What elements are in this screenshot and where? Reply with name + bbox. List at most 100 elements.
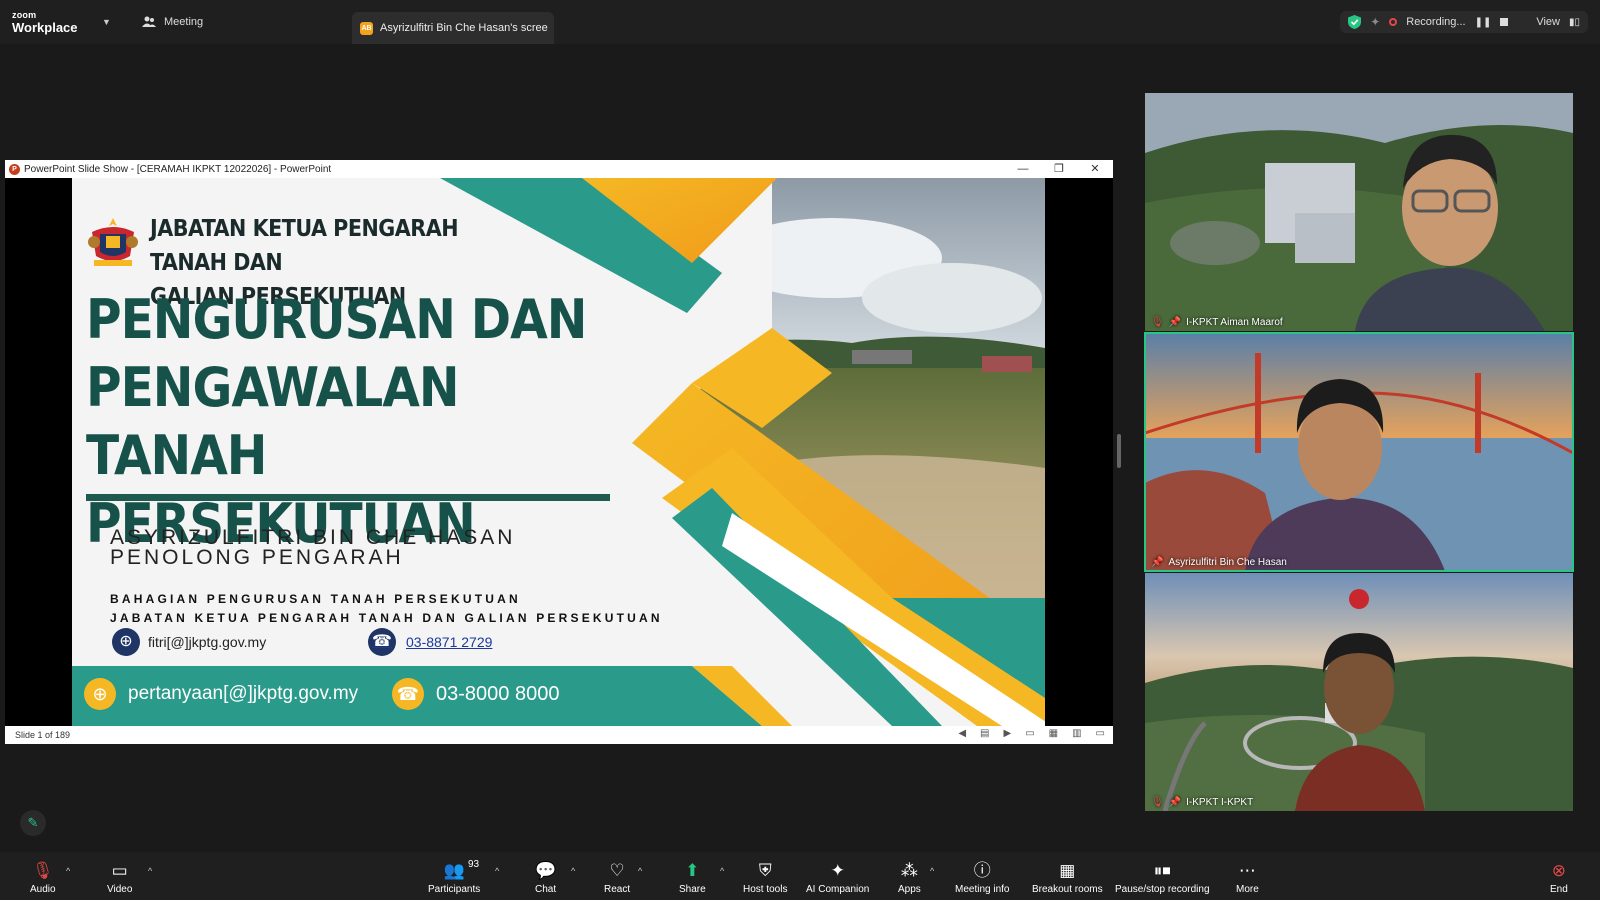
globe-icon: ⊕ bbox=[84, 678, 116, 710]
recording-label: Recording... bbox=[1406, 16, 1466, 28]
mic-muted-icon: 🎙 bbox=[1151, 317, 1164, 328]
pin-icon: 📌 bbox=[1151, 557, 1164, 568]
apps-button[interactable]: ⁂ Apps bbox=[898, 860, 921, 895]
video-button[interactable]: ▭ Video bbox=[107, 860, 132, 895]
slideshow-controls: ◀ ▤ ▶ ▭ ▦ ▥ ▭ bbox=[958, 728, 1105, 739]
record-icon bbox=[1389, 18, 1398, 26]
top-bar: zoom Workplace ▼ Meeting AB Asyrizulfitr… bbox=[0, 0, 1600, 44]
video-tile[interactable]: 🎙 📌 I-KPKT Aiman Maarof bbox=[1145, 93, 1573, 331]
restore-icon[interactable]: ❐ bbox=[1041, 160, 1077, 178]
video-tile-active-speaker[interactable]: 📌 Asyrizulfitri Bin Che Hasan bbox=[1144, 332, 1574, 572]
chat-icon: 💬 bbox=[535, 861, 557, 880]
phone-icon: ☎ bbox=[392, 678, 424, 710]
division-info: BAHAGIAN PENGURUSAN TANAH PERSEKUTUAN JA… bbox=[110, 590, 663, 628]
chevron-down-icon[interactable]: ▼ bbox=[102, 17, 111, 27]
globe-icon: ⊕ bbox=[112, 628, 140, 656]
division-line-2: JABATAN KETUA PENGARAH TANAH DAN GALIAN … bbox=[110, 611, 663, 625]
tab-meeting[interactable]: Meeting bbox=[142, 16, 203, 28]
phone-link[interactable]: 03-8871 2729 bbox=[406, 634, 492, 650]
previous-slide-icon[interactable]: ◀ bbox=[958, 728, 966, 739]
presenter-role: PENOLONG PENGARAH bbox=[110, 546, 404, 569]
apps-icon: ⁂ bbox=[900, 861, 918, 880]
slideshow-icon[interactable]: ▭ bbox=[1096, 728, 1105, 739]
stop-recording-icon[interactable] bbox=[1500, 18, 1509, 26]
presenter-name: ASYRIZULFITRI BIN CHE HASAN bbox=[110, 526, 516, 549]
view-grid-icon[interactable]: ▮▯ bbox=[1569, 17, 1580, 28]
pause-stop-recording-button[interactable]: ⏸⏹ Pause/stop recording bbox=[1115, 860, 1210, 895]
meeting-info-label: Meeting info bbox=[955, 884, 1010, 895]
title-line-2: PENGAWALAN TANAH bbox=[86, 356, 459, 487]
participants-caret-icon[interactable]: ^ bbox=[495, 866, 499, 876]
pin-icon: 📌 bbox=[1168, 797, 1182, 808]
video-label: Video bbox=[107, 884, 133, 895]
mic-muted-icon: 🎙 bbox=[1151, 797, 1164, 808]
ai-sparkle-icon[interactable]: ✦ bbox=[1370, 15, 1380, 29]
participant-name: I-KPKT I-KPKT bbox=[1186, 797, 1254, 808]
participant-name-tag: 🎙 📌 I-KPKT Aiman Maarof bbox=[1151, 317, 1283, 328]
slide-counter: Slide 1 of 189 bbox=[15, 730, 71, 740]
end-button[interactable]: ⊗ End bbox=[1550, 860, 1568, 895]
more-button[interactable]: ⋯ More bbox=[1236, 860, 1259, 895]
apps-label: Apps bbox=[898, 884, 921, 895]
share-screen-icon: ⬆ bbox=[685, 861, 700, 880]
meeting-info-button[interactable]: ⓘ Meeting info bbox=[955, 860, 1009, 895]
normal-view-icon[interactable]: ▭ bbox=[1025, 728, 1034, 739]
apps-caret-icon[interactable]: ^ bbox=[930, 866, 934, 876]
status-bar: ✦ Recording... ❚❚ View ▮▯ bbox=[1340, 11, 1588, 33]
meeting-toolbar: 🎙 Audio ^ ▭ Video ^ 👥 Participants 93 ^ … bbox=[0, 852, 1600, 900]
pin-icon: 📌 bbox=[1168, 317, 1182, 328]
heart-icon: ♡ bbox=[609, 861, 625, 880]
presenter-info: ASYRIZULFITRI BIN CHE HASAN PENOLONG PEN… bbox=[110, 526, 516, 569]
shield-check-icon[interactable] bbox=[1348, 15, 1362, 29]
breakout-rooms-button[interactable]: ▦ Breakout rooms bbox=[1032, 860, 1103, 895]
share-caret-icon[interactable]: ^ bbox=[720, 866, 724, 876]
info-icon: ⓘ bbox=[973, 861, 991, 880]
zoom-logo[interactable]: zoom Workplace bbox=[12, 10, 78, 35]
slide-sorter-icon[interactable]: ▦ bbox=[1049, 728, 1058, 739]
video-tile[interactable]: 🎙 📌 I-KPKT I-KPKT bbox=[1145, 573, 1573, 811]
ai-companion-label: AI Companion bbox=[806, 884, 870, 895]
panel-splitter[interactable] bbox=[1117, 434, 1121, 468]
chat-caret-icon[interactable]: ^ bbox=[571, 866, 575, 876]
participant-name-tag: 📌 Asyrizulfitri Bin Che Hasan bbox=[1151, 557, 1287, 568]
react-button[interactable]: ♡ React bbox=[604, 860, 630, 895]
audio-options-caret-icon[interactable]: ^ bbox=[66, 866, 70, 876]
dept-line-1: JABATAN KETUA PENGARAH TANAH DAN bbox=[150, 216, 459, 276]
window-controls: — ❐ ✕ bbox=[1005, 160, 1113, 178]
video-options-caret-icon[interactable]: ^ bbox=[148, 866, 152, 876]
more-label: More bbox=[1236, 884, 1259, 895]
react-caret-icon[interactable]: ^ bbox=[638, 866, 642, 876]
shield-icon: ⛨ bbox=[758, 861, 772, 880]
tab-screen-share[interactable]: AB Asyrizulfitri Bin Che Hasan's scree ·… bbox=[352, 12, 554, 44]
host-tools-button[interactable]: ⛨ Host tools bbox=[743, 860, 787, 895]
reading-view-icon[interactable]: ▥ bbox=[1072, 728, 1081, 739]
next-slide-icon[interactable]: ▶ bbox=[1003, 728, 1011, 739]
breakout-grid-icon: ▦ bbox=[1059, 861, 1076, 880]
annotate-pencil-icon[interactable]: ✎ bbox=[20, 810, 46, 836]
chat-button[interactable]: 💬 Chat bbox=[535, 860, 556, 895]
powerpoint-icon: P bbox=[9, 163, 20, 175]
ai-sparkle-icon: ✦ bbox=[830, 861, 845, 880]
end-label: End bbox=[1550, 884, 1568, 895]
pause-recording-icon[interactable]: ❚❚ bbox=[1475, 17, 1492, 28]
slide-main-title: PENGURUSAN DAN PENGAWALAN TANAH PERSEKUT… bbox=[86, 286, 646, 558]
more-icon: ⋯ bbox=[1238, 861, 1256, 880]
powerpoint-window: P PowerPoint Slide Show - [CERAMAH IKPKT… bbox=[5, 160, 1113, 744]
close-icon[interactable]: ✕ bbox=[1077, 160, 1113, 178]
view-label[interactable]: View bbox=[1536, 16, 1560, 28]
logo-top: zoom bbox=[12, 10, 37, 20]
end-call-icon: ⊗ bbox=[1551, 861, 1567, 880]
phone-icon: ☎ bbox=[368, 628, 396, 656]
video-feed bbox=[1145, 93, 1573, 331]
contact-phone[interactable]: ☎ 03-8871 2729 bbox=[368, 628, 492, 656]
mic-muted-icon: 🎙 bbox=[31, 861, 54, 880]
tab-share-label: Asyrizulfitri Bin Che Hasan's scree bbox=[380, 22, 548, 34]
ai-companion-button[interactable]: ✦ AI Companion bbox=[806, 860, 869, 895]
minimize-icon[interactable]: — bbox=[1005, 160, 1041, 178]
participant-name: Asyrizulfitri Bin Che Hasan bbox=[1168, 557, 1287, 568]
chat-label: Chat bbox=[535, 884, 557, 895]
contact-email: ⊕ fitri[@]jkptg.gov.my bbox=[112, 628, 266, 656]
slide-menu-icon[interactable]: ▤ bbox=[980, 728, 989, 739]
audio-button[interactable]: 🎙 Audio bbox=[30, 860, 56, 895]
share-button[interactable]: ⬆ Share bbox=[679, 860, 706, 895]
